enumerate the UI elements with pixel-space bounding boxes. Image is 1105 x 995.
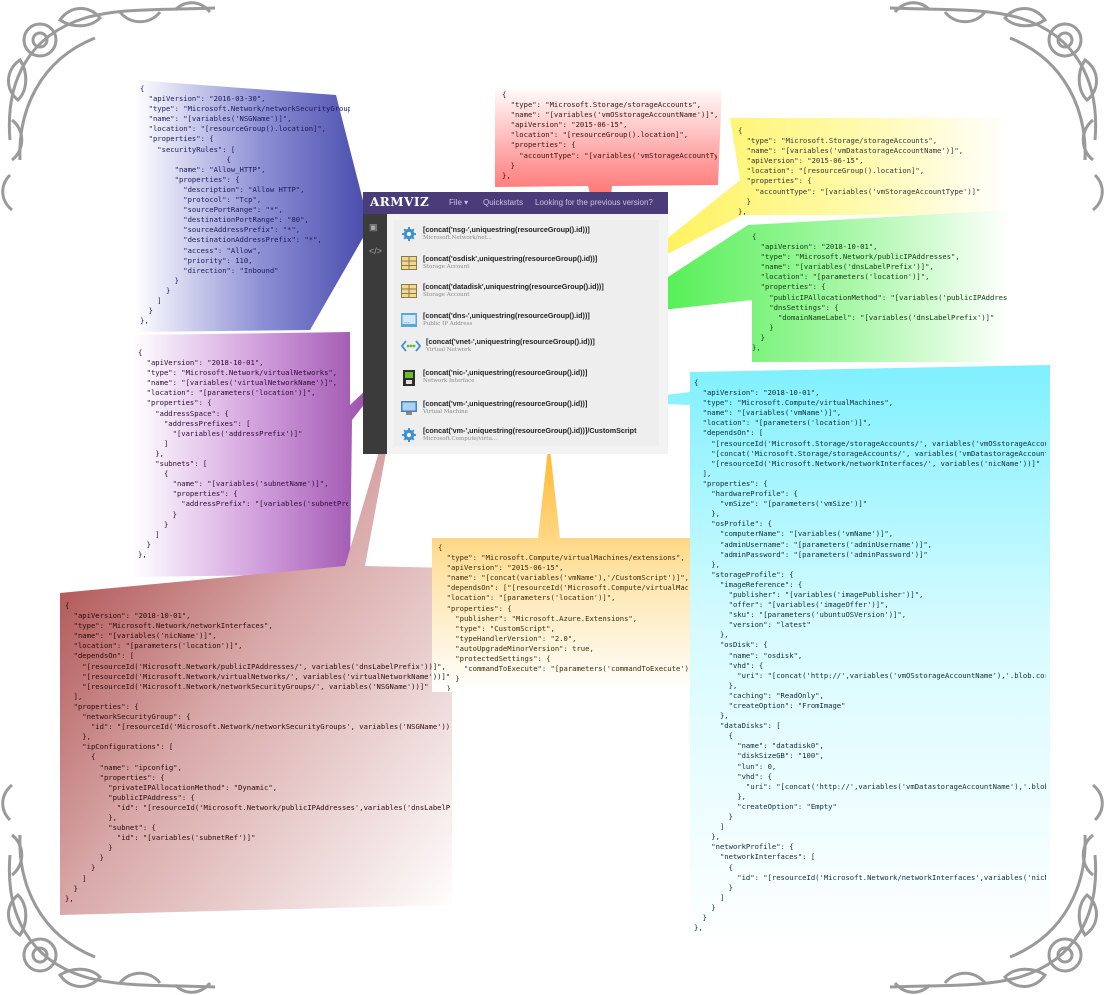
- app-sidebar: ▣ </>: [363, 214, 387, 454]
- resource-type: Storage Account: [423, 292, 470, 298]
- gear-icon: [402, 428, 416, 442]
- file-menu[interactable]: File ▾: [449, 198, 468, 207]
- publicip-json: { "apiVersion": "2018-10-01", "type": "M…: [752, 232, 1007, 353]
- resource-name: [concat('vnet-',uniquestring(resourceGro…: [426, 337, 595, 346]
- resource-name: [concat('nsg-',uniquestring(resourceGrou…: [423, 225, 590, 234]
- code-icon[interactable]: </>: [369, 246, 382, 256]
- resource-type: Public IP Address: [423, 321, 473, 327]
- resource-name: [concat('osdisk',uniquestring(resourceGr…: [423, 254, 598, 263]
- resource-type: Virtual Machine: [423, 409, 468, 415]
- storage-os-json: { "type": "Microsoft.Storage/storageAcco…: [502, 90, 717, 180]
- resource-type: Microsoft.Compute/virtu...: [423, 436, 498, 442]
- resource-row-vm[interactable]: [concat('vm-',uniquestring(resourceGroup…: [401, 397, 657, 421]
- extension-json: { "type": "Microsoft.Compute/virtualMach…: [438, 543, 688, 691]
- storage-data-json: { "type": "Microsoft.Storage/storageAcco…: [738, 126, 981, 216]
- diagram-icon[interactable]: ▣: [369, 222, 378, 233]
- resource-row-publicip[interactable]: ... [concat('dns-',uniquestring(resource…: [401, 309, 657, 333]
- nic-json: { "apiVersion": "2018-10-01", "type": "M…: [65, 601, 450, 903]
- resource-row-customscript[interactable]: [concat('vm-',uniquestring(resourceGroup…: [401, 424, 657, 448]
- nsg-json: { "apiVersion": "2016-03-30", "type": "M…: [140, 84, 350, 326]
- quickstarts-link[interactable]: Quickstarts: [483, 198, 523, 207]
- vnet-icon: [401, 340, 421, 352]
- resource-row-nic[interactable]: [concat('nic-',uniquestring(resourceGrou…: [401, 366, 657, 390]
- gear-icon: [402, 227, 416, 241]
- resource-name: [concat('nic-',uniquestring(resourceGrou…: [423, 368, 588, 377]
- resource-name: [concat('datadisk',uniquestring(resource…: [423, 282, 604, 291]
- resource-name: [concat('vm-',uniquestring(resourceGroup…: [423, 399, 588, 408]
- resource-row-osdisk[interactable]: [concat('osdisk',uniquestring(resourceGr…: [401, 252, 657, 276]
- nic-icon: [403, 370, 415, 386]
- app-topbar: ARMVIZ File ▾ Quickstarts Looking for th…: [363, 192, 668, 214]
- svg-text:...: ...: [404, 318, 410, 325]
- app-logo: ARMVIZ: [370, 195, 430, 209]
- resource-row-nsg[interactable]: [concat('nsg-',uniquestring(resourceGrou…: [401, 223, 657, 247]
- resource-type: Network Interface: [423, 378, 475, 384]
- resource-name: [concat('vm-',uniquestring(resourceGroup…: [423, 426, 637, 435]
- resource-row-datadisk[interactable]: [concat('datadisk',uniquestring(resource…: [401, 280, 657, 304]
- armviz-window: ARMVIZ File ▾ Quickstarts Looking for th…: [363, 192, 668, 454]
- resource-name: [concat('dns-',uniquestring(resourceGrou…: [423, 311, 590, 320]
- resource-type: Storage Account: [423, 264, 470, 270]
- vnet-json: { "apiVersion": "2018-10-01", "type": "M…: [138, 348, 348, 559]
- vm-json: { "apiVersion": "2018-10-01", "type": "M…: [694, 378, 1046, 933]
- previous-version-link[interactable]: Looking for the previous version?: [535, 198, 653, 207]
- storage-icon: [401, 284, 417, 298]
- storage-icon: [401, 256, 417, 270]
- resource-row-vnet[interactable]: [concat('vnet-',uniquestring(resourceGro…: [401, 335, 657, 359]
- public-ip-icon: ...: [401, 313, 417, 327]
- resource-type: Microsoft.Network/net...: [423, 235, 492, 241]
- resource-type: Virtual Network: [426, 347, 472, 353]
- vm-icon: [401, 401, 417, 415]
